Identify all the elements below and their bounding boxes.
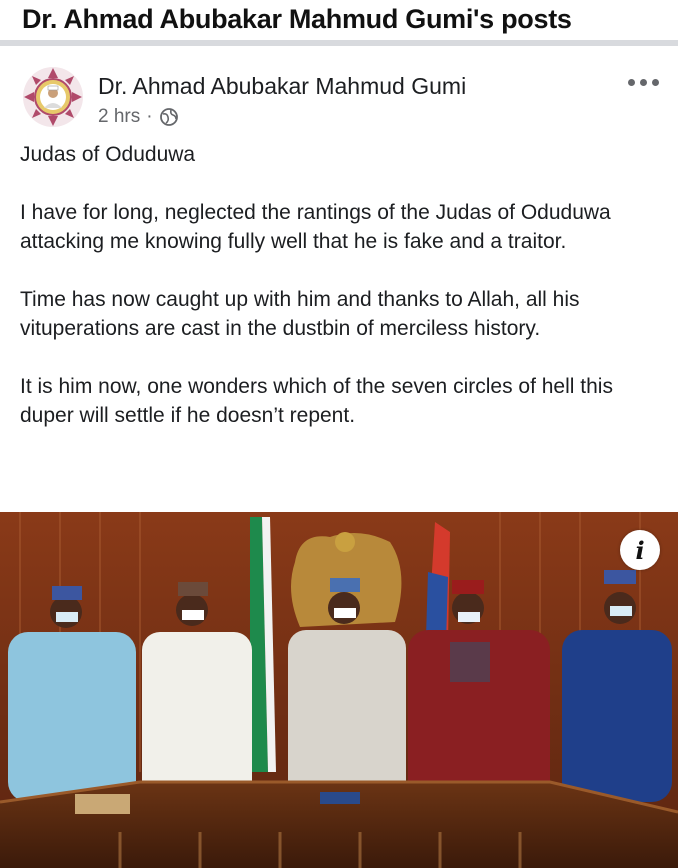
globe-icon: [159, 108, 178, 126]
page-title: Dr. Ahmad Abubakar Mahmud Gumi's posts: [22, 4, 572, 34]
post-paragraph: It is him now, one wonders which of the …: [20, 375, 613, 427]
post-paragraph: Judas of Oduduwa: [20, 143, 196, 166]
meta-separator: ·: [146, 106, 153, 127]
post-paragraph: Time has now caught up with him and than…: [20, 288, 580, 340]
header-divider: [0, 40, 678, 46]
post-paragraph: I have for long, neglected the rantings …: [20, 201, 611, 253]
author-avatar[interactable]: [22, 66, 84, 128]
page-header: Dr. Ahmad Abubakar Mahmud Gumi's posts: [0, 0, 678, 40]
author-name[interactable]: Dr. Ahmad Abubakar Mahmud Gumi: [98, 73, 466, 100]
more-options-icon[interactable]: [628, 76, 662, 90]
post-time[interactable]: 2 hrs: [98, 106, 140, 128]
post-photo[interactable]: [0, 512, 678, 868]
post-text: Judas of Oduduwa I have for long, neglec…: [20, 140, 660, 459]
photo-info-button[interactable]: i: [620, 530, 660, 570]
post-meta: 2 hrs ·: [98, 106, 179, 128]
